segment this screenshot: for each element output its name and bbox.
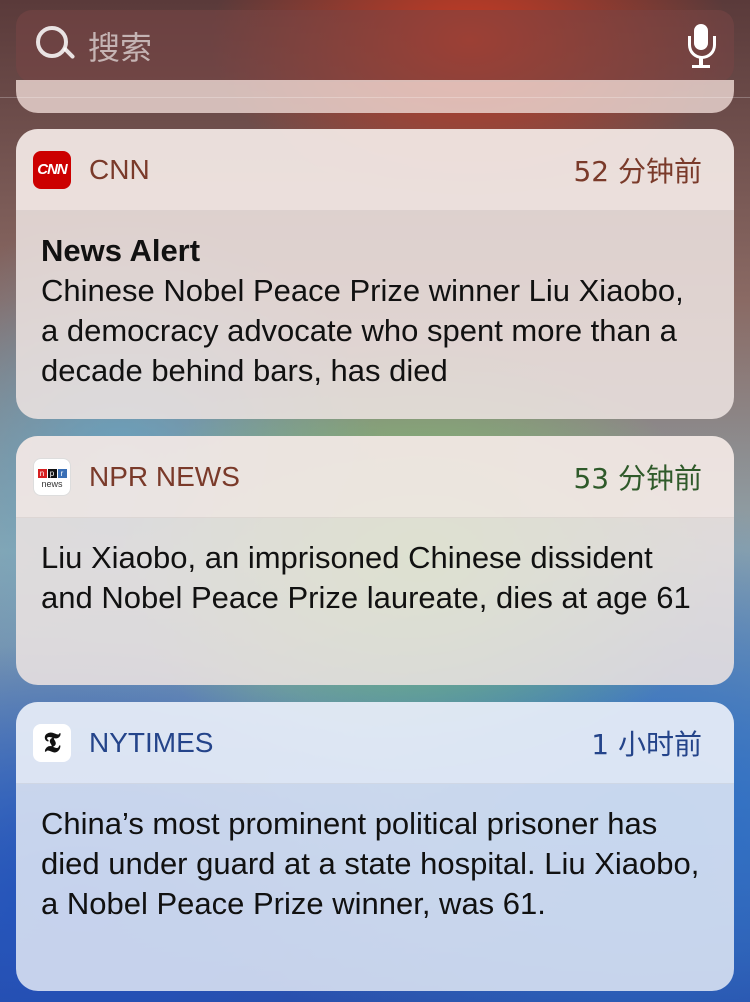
search-icon	[34, 24, 78, 68]
notification-header: 𝕿 NYTIMES 1 小时前	[16, 702, 734, 784]
app-name: CNN	[89, 153, 150, 185]
app-name: NYTIMES	[89, 726, 214, 758]
microphone-icon[interactable]	[686, 24, 716, 68]
notification-content: Liu Xiaobo, an imprisoned Chinese dissid…	[16, 518, 734, 618]
notification-body: Chinese Nobel Peace Prize winner Liu Xia…	[41, 273, 684, 388]
notification-title: News Alert	[41, 233, 201, 268]
notification-nytimes[interactable]: 𝕿 NYTIMES 1 小时前 China’s most prominent p…	[16, 702, 734, 991]
notification-header: n p r news NPR NEWS 53 分钟前	[16, 436, 734, 518]
notification-content: China’s most prominent political prisone…	[16, 784, 734, 924]
search-bar[interactable]: 搜索	[16, 10, 734, 82]
notification-body: China’s most prominent political prisone…	[41, 806, 700, 921]
search-input[interactable]: 搜索	[88, 23, 686, 69]
cnn-icon: CNN	[33, 150, 71, 189]
app-name: NPR NEWS	[89, 460, 240, 492]
timestamp: 1 小时前	[591, 727, 702, 761]
notification-npr[interactable]: n p r news NPR NEWS 53 分钟前 Liu Xiaobo, a…	[16, 436, 734, 685]
notification-content: News Alert Chinese Nobel Peace Prize win…	[16, 211, 734, 391]
notification-body: Liu Xiaobo, an imprisoned Chinese dissid…	[41, 540, 691, 615]
notification-cnn[interactable]: CNN CNN 52 分钟前 News Alert Chinese Nobel …	[16, 129, 734, 419]
search-separator	[0, 97, 750, 98]
notification-header: CNN CNN 52 分钟前	[16, 129, 734, 211]
npr-icon: n p r news	[33, 457, 71, 496]
nytimes-icon: 𝕿	[33, 723, 71, 762]
timestamp: 53 分钟前	[573, 461, 702, 495]
timestamp: 52 分钟前	[573, 154, 702, 188]
